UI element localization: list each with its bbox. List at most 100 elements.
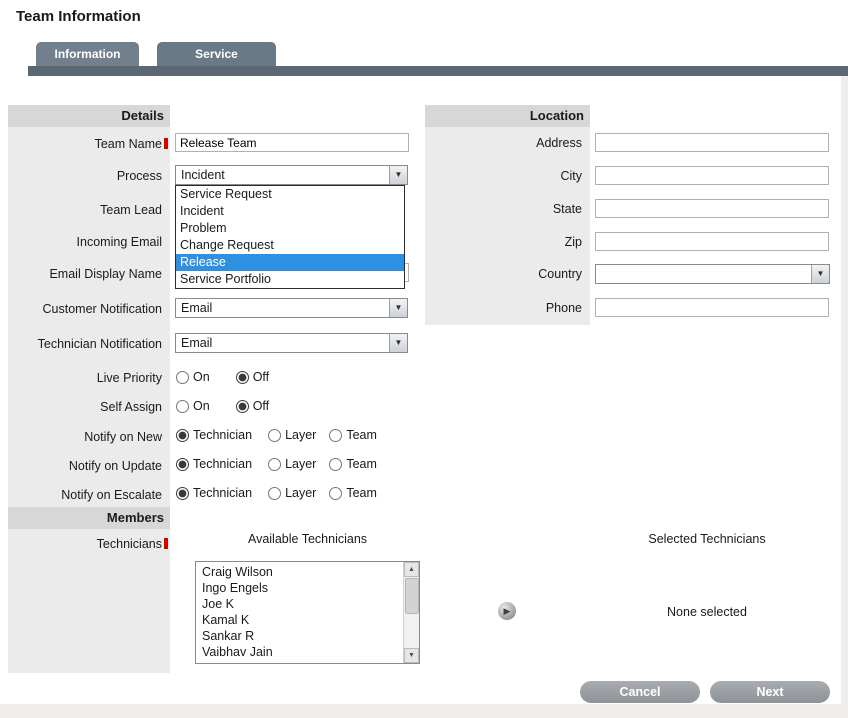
page-bottom-margin <box>0 704 848 718</box>
email-display-name-label: Email Display Name <box>8 267 162 282</box>
live-priority-group: On Off <box>176 370 269 384</box>
phone-input[interactable] <box>595 298 829 317</box>
technician-list-item[interactable]: Ingo Engels <box>196 580 403 596</box>
notify-new-team-option[interactable]: Team <box>329 428 377 442</box>
available-technicians-title: Available Technicians <box>195 532 420 546</box>
listbox-scrollbar[interactable]: ▲ ▼ <box>403 562 419 663</box>
technician-list-item[interactable]: Sankar R <box>196 628 403 644</box>
notify-update-technician-option[interactable]: Technician <box>176 457 252 471</box>
notify-escalate-technician-radio[interactable] <box>176 487 189 500</box>
cancel-button[interactable]: Cancel <box>580 681 700 703</box>
details-section-header: Details <box>8 105 170 127</box>
notify-new-layer-option[interactable]: Layer <box>268 428 316 442</box>
process-dropdown-list: Service Request Incident Problem Change … <box>175 185 405 289</box>
notify-escalate-team-option[interactable]: Team <box>329 486 377 500</box>
notify-new-technician-radio[interactable] <box>176 429 189 442</box>
notify-escalate-team-radio[interactable] <box>329 487 342 500</box>
process-option-change-request[interactable]: Change Request <box>176 237 404 254</box>
customer-notification-value: Email <box>181 301 212 315</box>
notify-update-layer-option[interactable]: Layer <box>268 457 316 471</box>
incoming-email-label: Incoming Email <box>8 235 162 250</box>
notify-on-new-label: Notify on New <box>8 430 162 445</box>
notify-new-team-radio[interactable] <box>329 429 342 442</box>
notify-update-layer-radio[interactable] <box>268 458 281 471</box>
phone-label: Phone <box>425 301 582 316</box>
required-marker <box>164 538 168 549</box>
process-option-problem[interactable]: Problem <box>176 220 404 237</box>
notify-new-technician-option[interactable]: Technician <box>176 428 252 442</box>
location-label-column <box>425 127 590 325</box>
self-assign-on-radio[interactable] <box>176 400 189 413</box>
notify-update-team-radio[interactable] <box>329 458 342 471</box>
team-information-page: Team Information Information Service Det… <box>0 0 848 718</box>
arrow-right-icon: ▶ <box>504 606 511 617</box>
state-input[interactable] <box>595 199 829 218</box>
scrollbar-thumb[interactable] <box>405 578 419 614</box>
team-name-input[interactable] <box>175 133 409 152</box>
available-technicians-items: Craig Wilson Ingo Engels Joe K Kamal K S… <box>196 564 403 660</box>
notify-escalate-layer-option[interactable]: Layer <box>268 486 316 500</box>
location-section-header: Location <box>425 105 590 127</box>
technician-notification-select[interactable]: Email ▼ <box>175 333 408 353</box>
notify-on-escalate-label: Notify on Escalate <box>8 488 162 503</box>
technician-list-item[interactable]: Craig Wilson <box>196 564 403 580</box>
tab-information[interactable]: Information <box>36 42 139 66</box>
notify-on-update-label: Notify on Update <box>8 459 162 474</box>
technician-notification-label: Technician Notification <box>8 337 162 352</box>
process-select-value: Incident <box>181 168 225 182</box>
members-section-header: Members <box>8 507 170 529</box>
chevron-down-icon[interactable]: ▼ <box>389 334 407 352</box>
selected-technicians-empty: None selected <box>557 605 848 619</box>
process-option-release[interactable]: Release <box>176 254 404 271</box>
process-option-service-portfolio[interactable]: Service Portfolio <box>176 271 404 288</box>
page-right-margin <box>841 76 848 706</box>
chevron-down-icon[interactable]: ▼ <box>389 299 407 317</box>
notify-escalate-technician-option[interactable]: Technician <box>176 486 252 500</box>
self-assign-off-radio[interactable] <box>236 400 249 413</box>
live-priority-off-radio[interactable] <box>236 371 249 384</box>
notify-on-new-group: Technician Layer Team <box>176 428 377 442</box>
add-technician-button[interactable]: ▶ <box>498 602 516 620</box>
required-marker <box>164 138 168 149</box>
tab-service[interactable]: Service <box>157 42 276 66</box>
process-option-incident[interactable]: Incident <box>176 203 404 220</box>
self-assign-on-option[interactable]: On <box>176 399 210 413</box>
live-priority-off-option[interactable]: Off <box>236 370 269 384</box>
available-technicians-listbox[interactable]: Craig Wilson Ingo Engels Joe K Kamal K S… <box>195 561 420 664</box>
state-label: State <box>425 202 582 217</box>
address-input[interactable] <box>595 133 829 152</box>
team-lead-label: Team Lead <box>8 203 162 218</box>
technicians-label: Technicians <box>8 537 162 552</box>
customer-notification-select[interactable]: Email ▼ <box>175 298 408 318</box>
process-select[interactable]: Incident ▼ <box>175 165 408 185</box>
chevron-down-icon[interactable]: ▼ <box>811 265 829 283</box>
next-button[interactable]: Next <box>710 681 830 703</box>
live-priority-label: Live Priority <box>8 371 162 386</box>
technician-list-item[interactable]: Kamal K <box>196 612 403 628</box>
process-label: Process <box>8 169 162 184</box>
technician-list-item[interactable]: Vaibhav Jain <box>196 644 403 660</box>
notify-new-layer-radio[interactable] <box>268 429 281 442</box>
technician-notification-value: Email <box>181 336 212 350</box>
scroll-down-icon[interactable]: ▼ <box>404 648 419 663</box>
self-assign-off-option[interactable]: Off <box>236 399 269 413</box>
notify-update-technician-radio[interactable] <box>176 458 189 471</box>
notify-on-escalate-group: Technician Layer Team <box>176 486 377 500</box>
address-label: Address <box>425 136 582 151</box>
scroll-up-icon[interactable]: ▲ <box>404 562 419 577</box>
chevron-down-icon[interactable]: ▼ <box>389 166 407 184</box>
notify-escalate-layer-radio[interactable] <box>268 487 281 500</box>
zip-input[interactable] <box>595 232 829 251</box>
live-priority-on-radio[interactable] <box>176 371 189 384</box>
page-title: Team Information <box>16 8 141 25</box>
technician-list-item[interactable]: Joe K <box>196 596 403 612</box>
notify-on-update-group: Technician Layer Team <box>176 457 377 471</box>
notify-update-team-option[interactable]: Team <box>329 457 377 471</box>
live-priority-on-option[interactable]: On <box>176 370 210 384</box>
process-option-service-request[interactable]: Service Request <box>176 186 404 203</box>
country-label: Country <box>425 267 582 282</box>
city-input[interactable] <box>595 166 829 185</box>
self-assign-label: Self Assign <box>8 400 162 415</box>
self-assign-group: On Off <box>176 399 269 413</box>
country-select[interactable]: ▼ <box>595 264 830 284</box>
